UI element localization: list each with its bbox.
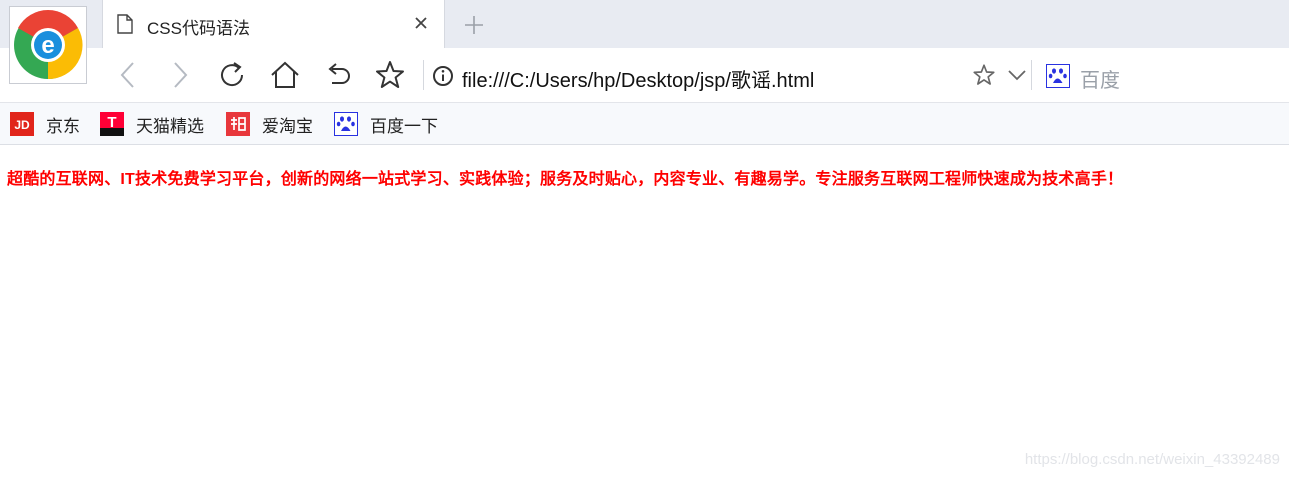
bookmark-baidu[interactable]: 百度一下 — [334, 112, 438, 136]
active-tab[interactable]: CSS代码语法 — [102, 0, 445, 48]
info-icon[interactable] — [432, 65, 454, 92]
bookmark-star-icon — [973, 64, 995, 85]
reload-button[interactable] — [216, 59, 248, 91]
chevron-down-icon — [1008, 70, 1026, 81]
page-content-text: 超酷的互联网、IT技术免费学习平台，创新的网络一站式学习、实践体验；服务及时贴心… — [7, 171, 1124, 188]
undo-close-tab-button[interactable] — [322, 59, 354, 91]
forward-arrow-icon — [174, 62, 188, 88]
home-button[interactable] — [269, 59, 301, 91]
back-button[interactable] — [112, 59, 144, 91]
bookmark-page-button[interactable] — [968, 59, 1000, 91]
new-tab-icon[interactable] — [464, 15, 484, 40]
document-icon — [117, 14, 133, 39]
home-icon — [271, 61, 299, 88]
address-dropdown-button[interactable] — [1001, 59, 1033, 91]
search-placeholder[interactable]: 百度 — [1080, 64, 1120, 93]
toolbar-divider — [423, 60, 424, 90]
tmall-icon: T — [100, 112, 124, 136]
toolbar-divider — [1031, 60, 1032, 90]
svg-text:T: T — [107, 114, 116, 131]
url-text[interactable]: file:///C:/Users/hp/Desktop/jsp/歌谣.html — [462, 64, 814, 93]
baidu-paw-icon — [1046, 64, 1070, 88]
browser-logo-icon[interactable]: e — [9, 6, 87, 84]
back-arrow-icon — [120, 62, 134, 88]
close-tab-icon[interactable] — [413, 15, 429, 36]
reload-icon — [221, 62, 244, 87]
watermark-text: https://blog.csdn.net/weixin_43392489 — [1024, 451, 1280, 468]
bookmark-tmall[interactable]: T 天猫精选 — [100, 112, 204, 136]
navigation-bar: file:///C:/Users/hp/Desktop/jsp/歌谣.html … — [0, 48, 1289, 103]
svg-text:JD: JD — [14, 118, 30, 132]
taobao-icon — [226, 112, 250, 136]
tab-title: CSS代码语法 — [147, 19, 250, 38]
forward-button[interactable] — [164, 59, 196, 91]
favorites-button[interactable] — [374, 59, 406, 91]
bookmark-jd[interactable]: JD 京东 — [10, 112, 80, 136]
svg-text:e: e — [41, 32, 54, 59]
address-bar[interactable]: file:///C:/Users/hp/Desktop/jsp/歌谣.html — [432, 62, 972, 93]
jd-icon: JD — [10, 112, 34, 136]
bookmarks-bar: JD 京东 T 天猫精选 爱淘宝 百度一下 — [0, 103, 1289, 145]
baidu-paw-icon — [334, 112, 358, 136]
tab-bar: e CSS代码语法 — [0, 0, 1289, 84]
bookmark-taobao[interactable]: 爱淘宝 — [226, 112, 313, 136]
undo-icon — [328, 63, 350, 84]
star-icon — [376, 61, 404, 88]
